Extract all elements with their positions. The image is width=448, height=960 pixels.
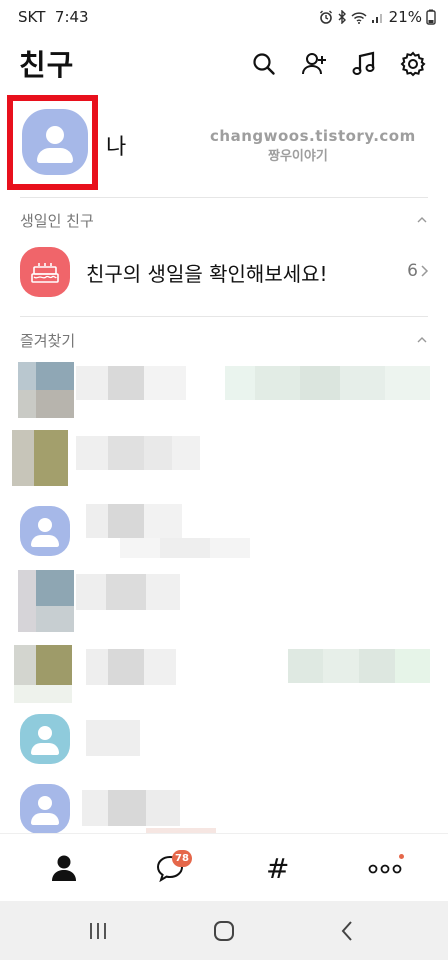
watermark-url: changwoos.tistory.com	[210, 127, 416, 145]
status-bar: SKT 7:43 21%	[0, 0, 448, 36]
friend-name-blurred	[86, 649, 176, 685]
friend-avatar	[20, 506, 70, 556]
bottom-tab-bar: 78 #	[0, 833, 448, 901]
birthday-row[interactable]: 친구의 생일을 확인해보세요! 6	[0, 240, 448, 304]
favorites-list	[0, 355, 448, 835]
friend-name-blurred	[86, 504, 182, 538]
friend-name-blurred	[86, 720, 140, 756]
bluetooth-icon	[338, 10, 346, 24]
my-avatar[interactable]	[22, 109, 88, 175]
home-icon[interactable]	[213, 920, 235, 942]
wifi-icon	[351, 11, 367, 24]
settings-icon[interactable]	[399, 50, 427, 78]
my-name: 나	[106, 135, 127, 160]
avatar-body	[37, 148, 73, 163]
carrier-label: SKT	[18, 8, 46, 26]
chevron-right-icon	[421, 265, 429, 277]
friend-name-blurred	[76, 574, 180, 610]
friend-status-blurred	[225, 366, 430, 400]
cake-icon	[20, 247, 70, 297]
chevron-up-icon[interactable]	[416, 214, 428, 226]
battery-icon	[426, 9, 436, 25]
friend-avatar	[20, 784, 70, 834]
friend-name-blurred	[76, 436, 200, 470]
hashtag-icon: #	[266, 852, 290, 885]
recent-apps-icon[interactable]	[88, 921, 108, 941]
list-item[interactable]	[0, 643, 448, 713]
music-icon[interactable]	[350, 50, 378, 78]
list-item[interactable]	[0, 428, 448, 498]
system-navigation-bar	[0, 901, 448, 960]
friends-tab[interactable]	[8, 834, 120, 902]
birthday-section-header[interactable]: 생일인 친구	[0, 204, 448, 234]
birthday-count: 6	[407, 261, 418, 281]
friend-name-blurred	[82, 790, 180, 826]
signal-icon	[371, 13, 382, 23]
avatar-body	[31, 743, 59, 755]
section-title: 즐겨찾기	[20, 332, 76, 350]
section-title: 생일인 친구	[20, 212, 94, 230]
divider	[20, 316, 428, 317]
chat-unread-badge: 78	[172, 850, 192, 867]
add-friend-icon[interactable]	[300, 50, 328, 78]
list-item[interactable]	[0, 568, 448, 638]
search-icon[interactable]	[250, 50, 278, 78]
friend-status-blurred	[288, 649, 430, 683]
favorites-section-header[interactable]: 즐겨찾기	[0, 324, 448, 354]
more-tab[interactable]	[330, 834, 442, 902]
my-profile-row[interactable]: 나 changwoos.tistory.com 짱우이야기	[0, 95, 448, 195]
avatar-body	[31, 535, 59, 547]
battery-percent: 21%	[388, 8, 422, 26]
birthday-message: 친구의 생일을 확인해보세요!	[86, 262, 328, 286]
list-item[interactable]	[0, 782, 448, 835]
friend-photo-blurred	[14, 645, 72, 703]
friend-photo-blurred	[12, 430, 68, 486]
watermark-blog-name: 짱우이야기	[268, 149, 328, 164]
chats-tab[interactable]	[114, 834, 226, 902]
header: 친구	[0, 36, 448, 88]
person-icon	[52, 855, 76, 881]
avatar-head	[46, 126, 64, 144]
friend-name-blurred	[76, 366, 186, 400]
friend-avatar	[20, 714, 70, 764]
friend-status-blurred	[120, 538, 250, 558]
friend-photo-blurred	[18, 362, 74, 418]
status-right: 21%	[319, 8, 436, 26]
alarm-icon	[319, 10, 332, 24]
avatar-head	[38, 796, 52, 810]
more-icon	[368, 864, 402, 874]
list-item[interactable]	[0, 500, 448, 570]
back-icon[interactable]	[340, 920, 354, 942]
avatar-head	[38, 726, 52, 740]
clock: 7:43	[54, 8, 89, 26]
avatar-body	[31, 813, 59, 825]
chevron-up-icon[interactable]	[416, 334, 428, 346]
avatar-head	[38, 518, 52, 532]
list-item[interactable]	[0, 712, 448, 782]
divider	[20, 197, 428, 198]
list-item[interactable]	[0, 358, 448, 428]
page-title: 친구	[19, 48, 75, 82]
friend-photo-blurred	[18, 570, 74, 632]
more-notification-dot	[399, 854, 404, 859]
status-left: SKT 7:43	[18, 8, 89, 26]
cake-glyph	[31, 263, 59, 283]
